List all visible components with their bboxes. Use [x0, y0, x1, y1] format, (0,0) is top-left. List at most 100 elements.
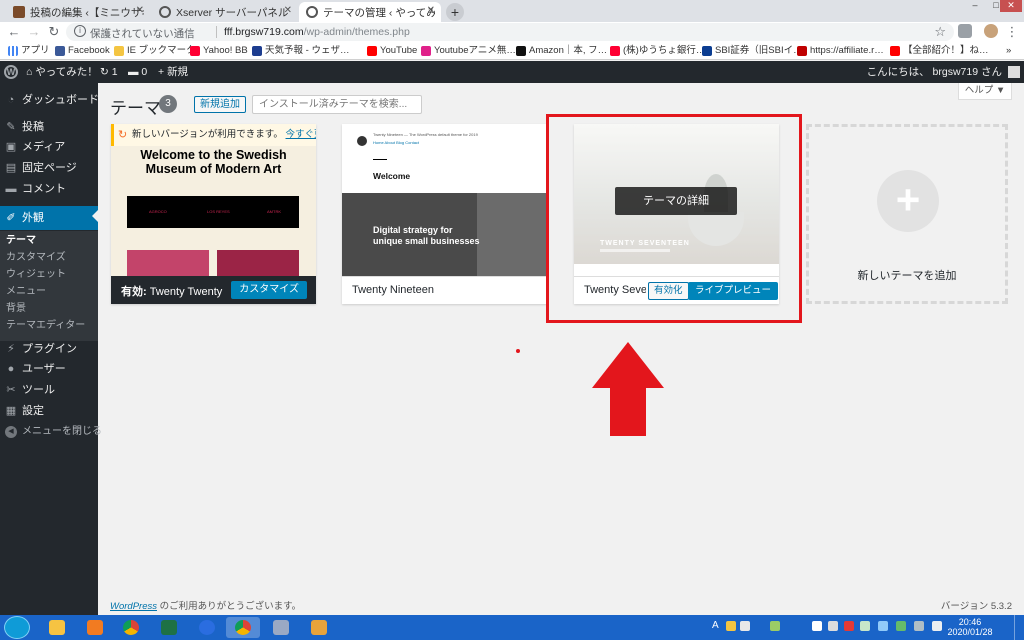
tray-icon[interactable] [770, 621, 780, 631]
wordpress-link[interactable]: WordPress [110, 601, 157, 612]
bookmark-youtube-anime[interactable]: Youtubeアニメ無… [421, 44, 516, 58]
bookmark-yucho[interactable]: (株)ゆうちょ銀行… [610, 44, 705, 58]
sidebar-item-tools[interactable]: ✂ ツール [0, 380, 98, 400]
show-desktop-button[interactable] [1014, 615, 1024, 640]
bookmark-facebook[interactable]: Facebook [55, 44, 110, 58]
collapse-icon: ◀ [5, 426, 17, 438]
screenshot-image [217, 250, 299, 276]
tab-xserver[interactable]: Xserver サーバーパネル ✕ [152, 2, 298, 22]
theme-count-badge: 3 [159, 95, 177, 113]
theme-card-twenty-twenty[interactable]: ↻ 新しいバージョンが利用できます。 今すぐ更新 Welcome to the … [111, 124, 316, 304]
submenu-background[interactable]: 背景 [6, 301, 26, 317]
admin-bar-updates[interactable]: ↻ 1 [100, 61, 118, 83]
profile-avatar[interactable] [984, 24, 998, 38]
bookmarks-overflow[interactable]: » [1006, 44, 1011, 58]
close-icon[interactable]: ✕ [284, 5, 292, 16]
bookmark-affiliate[interactable]: https://affiliate.r… [797, 44, 884, 58]
admin-bar-site[interactable]: ⌂ やってみた！ [26, 61, 98, 83]
taskbar-paint[interactable] [302, 617, 336, 638]
url-path: /wp-admin/themes.php [303, 26, 410, 38]
submenu-theme-editor[interactable]: テーマエディター [6, 318, 85, 334]
sidebar-item-plugins[interactable]: ⚡ プラグイン [0, 339, 98, 359]
add-new-theme-card[interactable]: + 新しいテーマを追加 [806, 124, 1008, 304]
forward-arrow-icon[interactable]: → [26, 24, 42, 40]
sidebar-collapse[interactable]: ◀ メニューを閉じる [0, 422, 102, 442]
sidebar-item-dashboard[interactable]: ◔ ダッシュボード [0, 90, 99, 110]
extension-icon[interactable] [958, 24, 972, 38]
comments-count: 0 [141, 66, 148, 78]
submenu-menus[interactable]: メニュー [6, 284, 46, 300]
taskbar-explorer[interactable] [40, 617, 74, 638]
theme-search-input[interactable] [252, 95, 422, 114]
sidebar-item-users[interactable]: ● ユーザー [0, 359, 98, 379]
battery-icon[interactable] [896, 621, 906, 631]
admin-bar-comments[interactable]: ▬ 0 [128, 61, 147, 83]
admin-bar-new[interactable]: + 新規 [158, 61, 188, 83]
tray-icon[interactable] [844, 621, 854, 631]
back-arrow-icon[interactable]: ← [6, 24, 22, 40]
theme-name: Twenty Nineteen [352, 284, 434, 296]
theme-card-twenty-nineteen[interactable]: Twenty Nineteen — The WordPress default … [342, 124, 547, 304]
theme-screenshot[interactable]: ↻ 新しいバージョンが利用できます。 今すぐ更新 Welcome to the … [111, 124, 316, 276]
taskbar-chrome-active[interactable] [226, 617, 260, 638]
system-clock[interactable]: 20:46 2020/01/28 [940, 617, 1000, 637]
address-bar[interactable]: i 保護されていない通信 fff.brgsw719.com/wp-admin/t… [66, 23, 954, 41]
admin-bar-account[interactable]: こんにちは、 brgsw719 さん [867, 61, 1002, 83]
submenu-widgets[interactable]: ウィジェット [6, 267, 66, 283]
bookmark-ie[interactable]: IE ブックマーク [114, 44, 196, 58]
bookmark-yahoo-bb[interactable]: Yahoo! BB [190, 44, 248, 58]
bookmark-weather[interactable]: 天気予報 - ウェザ… [252, 44, 349, 58]
close-icon[interactable]: ✕ [136, 5, 144, 16]
taskbar-excel[interactable] [152, 617, 186, 638]
add-new-button[interactable]: 新規追加 [194, 96, 246, 113]
tab-edit-post[interactable]: 投稿の編集 ‹【ミニウサギはじ ✕ [6, 2, 150, 22]
taskbar-chrome[interactable] [114, 617, 148, 638]
sidebar-item-comments[interactable]: ▬ コメント [0, 179, 98, 199]
wordpress-logo-icon[interactable]: W [4, 65, 18, 79]
youtube-icon [367, 46, 377, 56]
tab-themes[interactable]: テーマの管理 ‹ やってみた！ — ✕ [299, 2, 441, 22]
bookmark-amazon[interactable]: Amazon｜本, フ… [516, 44, 607, 58]
security-status: 保護されていない通信 [90, 28, 195, 40]
tray-icon[interactable] [828, 621, 838, 631]
bookmark-youtube[interactable]: YouTube [367, 44, 417, 58]
ime-indicator[interactable]: A [712, 620, 719, 631]
sidebar-item-pages[interactable]: ▤ 固定ページ [0, 158, 98, 178]
bookmark-apps[interactable]: アプリ [8, 44, 50, 58]
close-window-button[interactable]: ✕ [1000, 0, 1022, 12]
tray-icon[interactable] [726, 621, 736, 631]
tray-icon[interactable] [812, 621, 822, 631]
bookmark-star-icon[interactable]: ☆ [934, 24, 946, 40]
submenu-themes[interactable]: テーマ [6, 233, 36, 249]
reload-icon[interactable]: ↻ [46, 24, 62, 40]
tray-icon[interactable] [878, 621, 888, 631]
tray-icon[interactable] [740, 621, 750, 631]
new-tab-button[interactable]: + [446, 3, 464, 21]
sidebar-item-settings[interactable]: ▦ 設定 [0, 401, 98, 421]
taskbar-bluetooth[interactable] [190, 617, 224, 638]
theme-name: 有効: Twenty Twenty [121, 283, 222, 299]
flag-icon[interactable] [860, 621, 870, 631]
admin-sidebar: ◔ ダッシュボード ✎ 投稿 ▣ メディア ▤ 固定ページ ▬ コメント ✐ 外観 テーマ … [0, 83, 102, 615]
network-icon[interactable] [914, 621, 924, 631]
sidebar-item-posts[interactable]: ✎ 投稿 [0, 117, 98, 137]
bookmark-sbi[interactable]: SBI証券（旧SBIイ… [702, 44, 803, 58]
dashboard-icon: ◔ [7, 94, 15, 106]
taskbar-media[interactable] [78, 617, 112, 638]
bookmark-zenbu[interactable]: 【全部紹介！】ね… [890, 44, 989, 58]
sidebar-item-media[interactable]: ▣ メディア [0, 137, 98, 157]
start-button[interactable] [4, 616, 30, 639]
avatar[interactable] [1008, 66, 1020, 78]
sidebar-item-appearance[interactable]: ✐ 外観 [0, 206, 98, 230]
submenu-customize[interactable]: カスタマイズ [6, 250, 66, 266]
taskbar-word[interactable] [264, 617, 298, 638]
close-icon[interactable]: ✕ [427, 5, 435, 16]
update-now-link[interactable]: 今すぐ更新 [286, 129, 316, 140]
help-tab-button[interactable]: ヘルプ ▼ [958, 83, 1012, 100]
theme-screenshot[interactable]: Twenty Nineteen — The WordPress default … [342, 124, 547, 276]
customize-button[interactable]: カスタマイズ [231, 281, 307, 299]
active-theme-bar: 有効: Twenty Twenty カスタマイズ [111, 276, 316, 304]
tab-title: 投稿の編集 ‹【ミニウサギはじ [30, 7, 144, 19]
info-icon[interactable]: i [74, 25, 86, 37]
more-menu-icon[interactable]: ⋮ [1004, 24, 1020, 40]
